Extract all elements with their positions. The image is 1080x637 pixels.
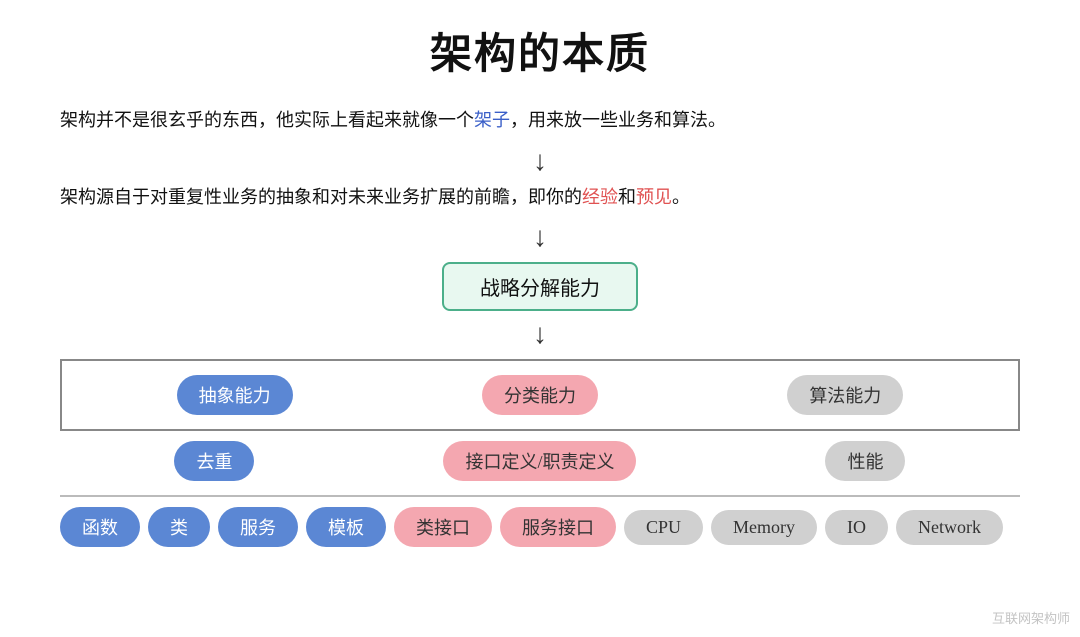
paragraph2-text3: 。	[672, 187, 690, 207]
level3-item-2: 服务	[218, 507, 298, 547]
paragraph1-text2: ，用来放一些业务和算法。	[510, 110, 726, 130]
level2-left: 去重	[174, 441, 254, 481]
level2-center: 接口定义/职责定义	[443, 441, 636, 481]
paragraph1: 架构并不是很玄乎的东西，他实际上看起来就像一个架子，用来放一些业务和算法。	[60, 105, 1020, 136]
level1-center: 分类能力	[482, 375, 598, 415]
level3-item-6: CPU	[624, 510, 703, 545]
paragraph1-highlight1: 架子	[474, 110, 510, 130]
level3-item-8: IO	[825, 510, 888, 545]
watermark: 互联网架构师	[992, 608, 1070, 627]
paragraph2-highlight1: 经验	[582, 187, 618, 207]
level3-item-7: Memory	[711, 510, 817, 545]
main-container: 架构的本质 架构并不是很玄乎的东西，他实际上看起来就像一个架子，用来放一些业务和…	[0, 0, 1080, 637]
level3-item-1: 类	[148, 507, 210, 547]
arrow2: ↓	[533, 224, 547, 252]
level3-item-9: Network	[896, 510, 1003, 545]
level3-container: 函数 类 服务 模板 类接口 服务接口 CPU Memory IO Networ…	[60, 495, 1020, 547]
paragraph1-text1: 架构并不是很玄乎的东西，他实际上看起来就像一个	[60, 110, 474, 130]
page-title: 架构的本质	[430, 20, 650, 81]
level1-right: 算法能力	[787, 375, 903, 415]
level3-item-4: 类接口	[394, 507, 492, 547]
level3-item-5: 服务接口	[500, 507, 616, 547]
level3-item-0: 函数	[60, 507, 140, 547]
level1-left: 抽象能力	[177, 375, 293, 415]
strategy-section: 战略分解能力	[442, 258, 638, 315]
arrow1: ↓	[533, 148, 547, 176]
paragraph2-text1: 架构源自于对重复性业务的抽象和对未来业务扩展的前瞻，即你的	[60, 187, 582, 207]
arrow3: ↓	[533, 321, 547, 349]
level2-right: 性能	[825, 441, 905, 481]
level2-container: 去重 接口定义/职责定义 性能	[60, 431, 1020, 491]
paragraph2: 架构源自于对重复性业务的抽象和对未来业务扩展的前瞻，即你的经验和预见。	[60, 182, 1020, 213]
level1-container: 抽象能力 分类能力 算法能力	[60, 359, 1020, 431]
level3-item-3: 模板	[306, 507, 386, 547]
paragraph2-text2: 和	[618, 187, 636, 207]
strategy-box: 战略分解能力	[442, 262, 638, 311]
paragraph2-highlight2: 预见	[636, 187, 672, 207]
